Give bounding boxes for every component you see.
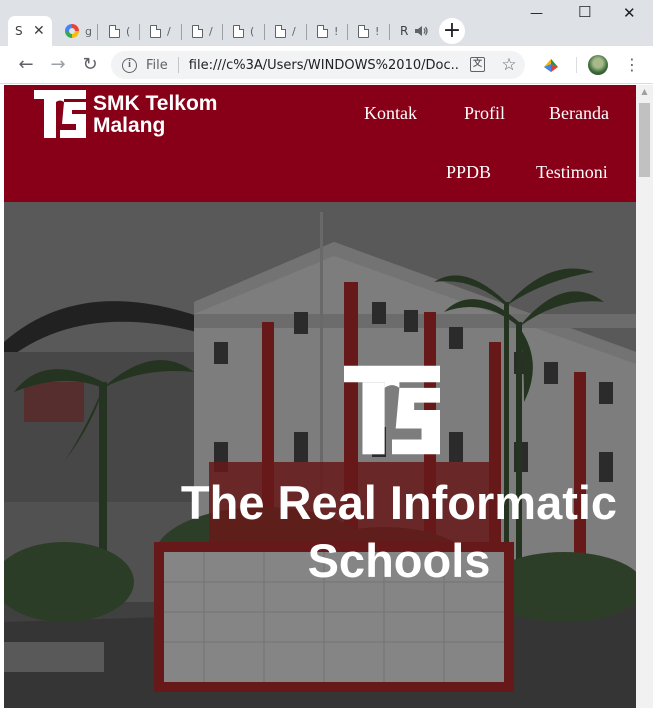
hero-logo-icon: [344, 365, 440, 455]
page-scrollbar[interactable]: [636, 85, 653, 708]
document-icon: [358, 24, 369, 38]
brand-line-2: Malang: [93, 114, 166, 137]
nav-ppdb[interactable]: PPDB: [446, 162, 491, 183]
tab-title: /: [292, 24, 296, 38]
document-icon: [317, 24, 328, 38]
tab-title: R: [400, 24, 409, 38]
info-icon[interactable]: i: [122, 57, 137, 73]
tab-title: g: [85, 24, 92, 38]
tab-divider: [181, 24, 182, 40]
hero-title-line-1: The Real Informatic: [180, 476, 618, 529]
tab-title: (: [250, 24, 255, 38]
browser-toolbar: ← → ↻ i File file:///c%3A/Users/WINDOWS%…: [0, 46, 653, 84]
maximize-button[interactable]: ☐: [578, 3, 591, 21]
speaker-icon: [415, 26, 428, 36]
tab-audio[interactable]: R: [393, 16, 433, 46]
brand-line-1: SMK Telkom: [93, 92, 218, 115]
tab-title: !: [334, 24, 339, 38]
tab-google[interactable]: g: [58, 16, 96, 46]
tab-title: (: [126, 24, 131, 38]
tab-title: /: [209, 24, 213, 38]
close-window-button[interactable]: ✕: [623, 4, 636, 22]
tab-document[interactable]: /: [185, 16, 223, 46]
tab-document[interactable]: (: [226, 16, 264, 46]
school-logo-icon[interactable]: [34, 90, 86, 138]
document-icon: [150, 24, 161, 38]
tab-title: S: [15, 24, 23, 38]
document-icon: [109, 24, 120, 38]
tab-title: !: [375, 24, 380, 38]
brand-name[interactable]: SMK Telkom Malang: [93, 93, 217, 137]
back-button[interactable]: ←: [15, 54, 37, 76]
tab-divider: [347, 24, 348, 40]
nav-beranda[interactable]: Beranda: [549, 103, 609, 124]
translate-icon[interactable]: 文: [470, 57, 485, 72]
tab-strip: S ✕ g ( / / ( / ! ! R + — ☐ ✕: [0, 0, 653, 46]
tab-title: /: [167, 24, 171, 38]
document-icon: [275, 24, 286, 38]
close-tab-icon[interactable]: ✕: [33, 23, 45, 39]
toolbar-divider: [576, 57, 577, 73]
hero-title: The Real Informatic Schools: [4, 474, 636, 590]
url-text[interactable]: file:///c%3A/Users/WINDOWS%2010/Doc...: [189, 58, 459, 73]
omnibox-divider: [177, 57, 179, 73]
tab-document[interactable]: /: [268, 16, 306, 46]
tab-document[interactable]: !: [351, 16, 389, 46]
tab-active[interactable]: S ✕: [8, 16, 52, 46]
google-icon: [65, 24, 79, 38]
tab-document[interactable]: /: [143, 16, 181, 46]
nav-profil[interactable]: Profil: [464, 103, 505, 124]
extension-icon[interactable]: [541, 55, 561, 75]
menu-icon[interactable]: ⋮: [624, 55, 640, 75]
reload-button[interactable]: ↻: [79, 54, 101, 76]
tab-divider: [139, 24, 140, 40]
tab-divider: [306, 24, 307, 40]
new-tab-button[interactable]: +: [439, 18, 465, 44]
tab-divider: [222, 24, 223, 40]
minimize-button[interactable]: —: [530, 6, 543, 21]
file-label: File: [146, 57, 168, 73]
document-icon: [233, 24, 244, 38]
hero-title-line-2: Schools: [307, 534, 491, 587]
scroll-up-arrow[interactable]: ▲: [636, 85, 653, 99]
page-viewport: SMK Telkom Malang Kontak Profil Beranda …: [0, 85, 653, 708]
tab-divider: [264, 24, 265, 40]
hero-dark-overlay: [4, 202, 636, 708]
nav-kontak[interactable]: Kontak: [364, 103, 417, 124]
document-icon: [192, 24, 203, 38]
tab-divider: [389, 24, 390, 40]
site-navbar: SMK Telkom Malang Kontak Profil Beranda …: [4, 85, 636, 202]
star-icon[interactable]: ☆: [501, 55, 517, 75]
profile-avatar[interactable]: [588, 55, 608, 75]
tab-document[interactable]: (: [102, 16, 140, 46]
nav-testimoni[interactable]: Testimoni: [536, 162, 608, 183]
tab-divider: [97, 24, 98, 40]
address-bar[interactable]: i File file:///c%3A/Users/WINDOWS%2010/D…: [111, 51, 525, 79]
tab-document[interactable]: !: [310, 16, 348, 46]
hero-banner: The Real Informatic Schools: [4, 202, 636, 708]
scrollbar-thumb[interactable]: [639, 103, 650, 177]
forward-button[interactable]: →: [47, 54, 69, 76]
website: SMK Telkom Malang Kontak Profil Beranda …: [4, 85, 636, 708]
